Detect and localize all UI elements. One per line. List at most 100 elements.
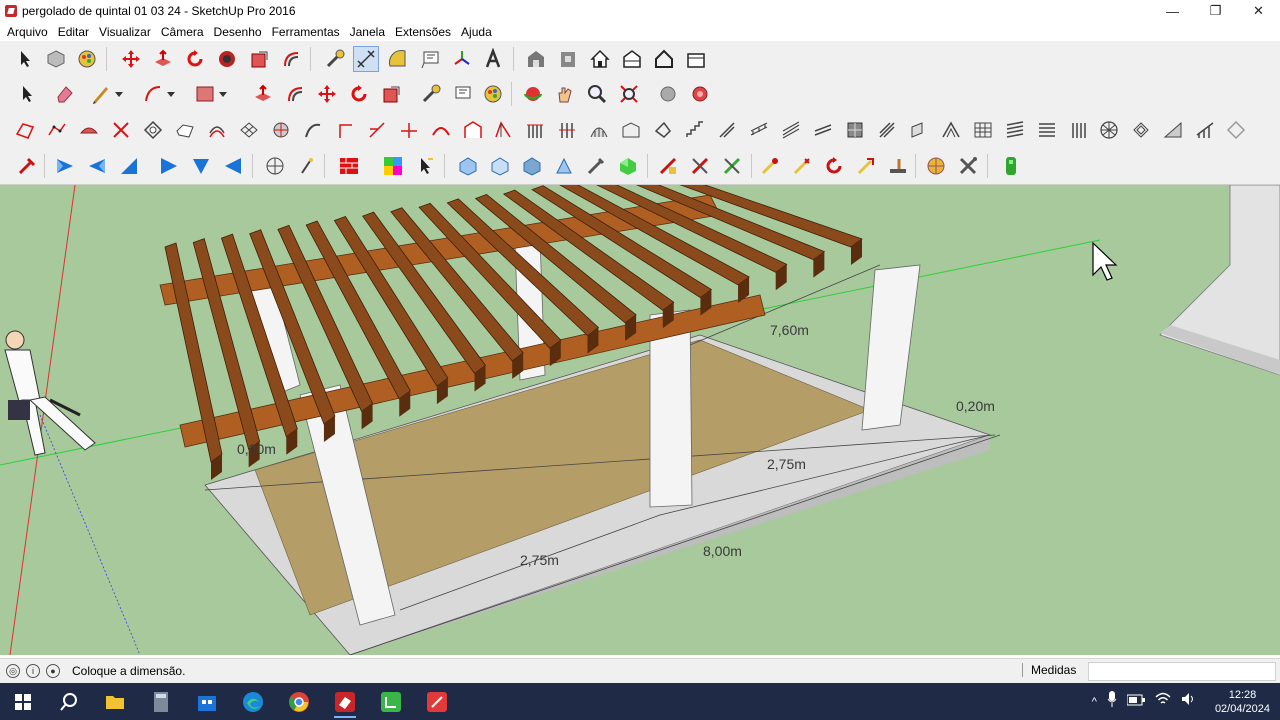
extension-warehouse-icon[interactable]: [619, 46, 645, 72]
orbit-icon[interactable]: [520, 81, 546, 107]
pencil-line-icon[interactable]: [88, 81, 114, 107]
chrome-icon[interactable]: [276, 683, 322, 720]
start-icon[interactable]: [0, 683, 46, 720]
chevron-down-icon[interactable]: [164, 81, 178, 107]
export-icon[interactable]: [687, 153, 713, 179]
extension-green-icon[interactable]: [998, 153, 1024, 179]
x-ray-icon[interactable]: [455, 153, 481, 179]
gable-icon[interactable]: [938, 117, 964, 143]
grid-icon[interactable]: [1223, 117, 1249, 143]
battery-icon[interactable]: [1126, 693, 1145, 711]
rotate-tool-icon[interactable]: [182, 46, 208, 72]
geo-location-status-icon[interactable]: ◎: [6, 664, 20, 678]
eraser-icon[interactable]: [52, 81, 78, 107]
hidden-line-icon[interactable]: [519, 153, 545, 179]
push-pull-tool-icon[interactable]: [250, 81, 276, 107]
smoove-icon[interactable]: [76, 117, 102, 143]
paint-bucket-icon[interactable]: [74, 46, 100, 72]
beam-icon[interactable]: [490, 117, 516, 143]
text-tool-icon[interactable]: [418, 46, 444, 72]
lattice-icon[interactable]: [970, 117, 996, 143]
edge-icon[interactable]: [230, 683, 276, 720]
menu-ferramentas[interactable]: Ferramentas: [267, 25, 345, 39]
previous-view-icon[interactable]: [655, 81, 681, 107]
wifi-icon[interactable]: [1155, 692, 1171, 711]
eyedropper-icon[interactable]: [14, 153, 40, 179]
minimize-icon[interactable]: —: [1151, 0, 1194, 22]
stamp-icon[interactable]: [108, 117, 134, 143]
chevron-down-icon[interactable]: [112, 81, 126, 107]
wall-icon[interactable]: [618, 117, 644, 143]
chevron-down-icon[interactable]: [216, 81, 230, 107]
zoom-icon[interactable]: [584, 81, 610, 107]
trowel-icon[interactable]: [885, 153, 911, 179]
calculator-icon[interactable]: [138, 683, 184, 720]
user-account-icon[interactable]: ●: [46, 664, 60, 678]
close-icon[interactable]: ✕: [1237, 0, 1280, 22]
select-tool-icon[interactable]: [12, 46, 38, 72]
system-clock[interactable]: 12:28 02/04/2024: [1215, 688, 1270, 716]
sphere-icon[interactable]: [268, 117, 294, 143]
home-icon[interactable]: [587, 46, 613, 72]
zoom-extents-icon[interactable]: [616, 81, 642, 107]
box-icon[interactable]: [683, 46, 709, 72]
dimension-tool-icon[interactable]: [353, 46, 379, 72]
dynamic-interact-icon[interactable]: [757, 153, 783, 179]
sun-icon[interactable]: [412, 153, 438, 179]
offset-tool-icon[interactable]: [278, 46, 304, 72]
menu-camera[interactable]: Câmera: [156, 25, 209, 39]
slope-icon[interactable]: [364, 117, 390, 143]
tape-measure-icon[interactable]: [322, 46, 348, 72]
curve-icon[interactable]: [300, 117, 326, 143]
front-view-icon[interactable]: [116, 153, 142, 179]
sketchup-icon[interactable]: [322, 683, 368, 720]
scale-tool-icon[interactable]: [246, 46, 272, 72]
drape-icon[interactable]: [140, 117, 166, 143]
line-angle-icon[interactable]: [332, 117, 358, 143]
move-tool-icon[interactable]: [118, 46, 144, 72]
style-builder-icon[interactable]: [414, 683, 460, 720]
store-icon[interactable]: [184, 683, 230, 720]
next-view-icon[interactable]: [687, 81, 713, 107]
layout-send-icon[interactable]: [655, 153, 681, 179]
measurements-input[interactable]: [1088, 662, 1276, 681]
redraw-icon[interactable]: [853, 153, 879, 179]
pergola-model-drawing[interactable]: [0, 185, 1280, 655]
scale-icon[interactable]: [378, 81, 404, 107]
left-view-icon[interactable]: [220, 153, 246, 179]
joists-icon[interactable]: [522, 117, 548, 143]
top-view-icon[interactable]: [84, 153, 110, 179]
louver-icon[interactable]: [1002, 117, 1028, 143]
materials-icon[interactable]: [380, 153, 406, 179]
mesh-icon[interactable]: [236, 117, 262, 143]
sandbox-scratch-icon[interactable]: [44, 117, 70, 143]
tools-icon[interactable]: [955, 153, 981, 179]
siding-icon[interactable]: [1034, 117, 1060, 143]
wireframe-icon[interactable]: [487, 153, 513, 179]
text-label-icon[interactable]: [450, 81, 476, 107]
sill-icon[interactable]: [810, 117, 836, 143]
select-arrow-icon[interactable]: [14, 81, 40, 107]
move-icon[interactable]: [314, 81, 340, 107]
tape-icon[interactable]: [418, 81, 444, 107]
rail-icon[interactable]: [1192, 117, 1218, 143]
post-icon[interactable]: [906, 117, 932, 143]
file-explorer-icon[interactable]: [92, 683, 138, 720]
shaded-icon[interactable]: [551, 153, 577, 179]
dynamic-attributes-icon[interactable]: [821, 153, 847, 179]
geo-location-icon[interactable]: [923, 153, 949, 179]
follow-me-icon[interactable]: [214, 46, 240, 72]
axes-tool-icon[interactable]: [449, 46, 475, 72]
share-model-icon[interactable]: [555, 46, 581, 72]
bracing-icon[interactable]: [874, 117, 900, 143]
flip-edge-icon[interactable]: [204, 117, 230, 143]
component-icon[interactable]: [43, 46, 69, 72]
menu-extensoes[interactable]: Extensões: [390, 25, 456, 39]
stairs-icon[interactable]: [682, 117, 708, 143]
rotate-icon[interactable]: [346, 81, 372, 107]
dome-icon[interactable]: [1096, 117, 1122, 143]
studs-icon[interactable]: [554, 117, 580, 143]
roof-icon[interactable]: [460, 117, 486, 143]
spiral-icon[interactable]: [1128, 117, 1154, 143]
sandbox-contours-icon[interactable]: [12, 117, 38, 143]
